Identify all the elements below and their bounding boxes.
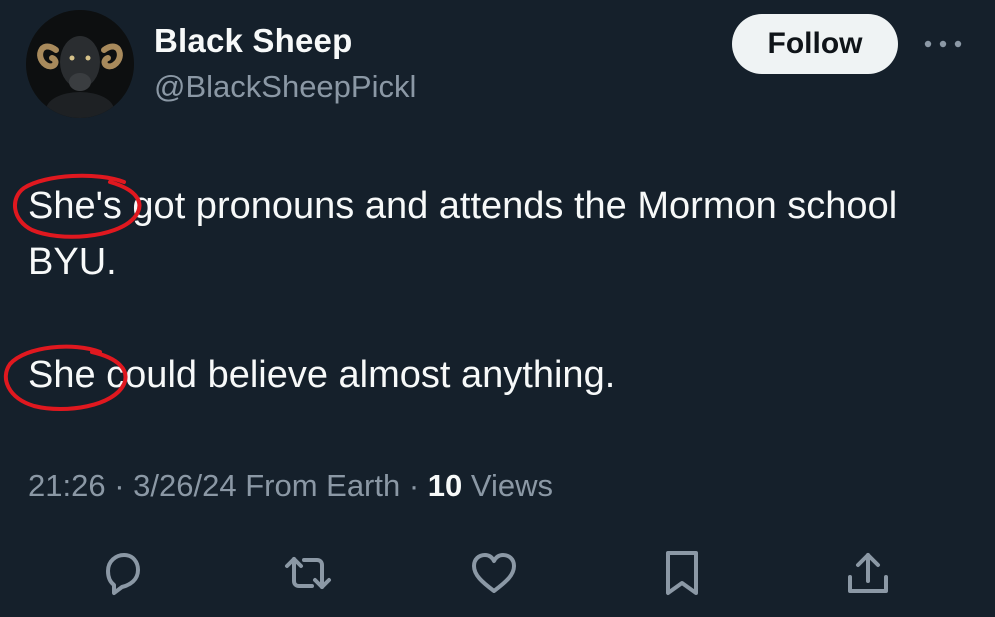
black-sheep-avatar-image — [26, 10, 134, 118]
retweet-button[interactable] — [282, 547, 334, 599]
reply-button[interactable] — [96, 547, 148, 599]
tweet-meta: 21:26 · 3/26/24 From Earth · 10 Views — [28, 468, 553, 504]
separator: · — [408, 468, 428, 503]
tweet-paragraph: She's got pronouns and attends the Mormo… — [28, 185, 898, 283]
bookmark-icon — [666, 551, 698, 595]
heart-icon — [472, 553, 516, 593]
separator: · — [114, 468, 134, 503]
author-display-name[interactable]: Black Sheep — [154, 22, 352, 60]
share-icon — [848, 553, 888, 593]
tweet-text: She's got pronouns and attends the Mormo… — [28, 178, 958, 403]
follow-button[interactable]: Follow — [732, 14, 898, 74]
reply-icon — [106, 553, 140, 595]
avatar[interactable] — [26, 10, 134, 118]
like-button[interactable] — [468, 547, 520, 599]
bookmark-button[interactable] — [656, 547, 708, 599]
tweet-source: From Earth — [245, 468, 401, 503]
tweet-time[interactable]: 21:26 — [28, 468, 106, 503]
more-horizontal-icon[interactable] — [922, 36, 964, 52]
retweet-icon — [285, 557, 331, 589]
views-label: Views — [470, 468, 554, 503]
tweet-date[interactable]: 3/26/24 — [133, 468, 236, 503]
tweet-paragraph: She could believe almost anything. — [28, 354, 616, 396]
author-handle[interactable]: @BlackSheepPickl — [154, 69, 416, 105]
share-button[interactable] — [842, 547, 894, 599]
views-count: 10 — [427, 468, 463, 503]
